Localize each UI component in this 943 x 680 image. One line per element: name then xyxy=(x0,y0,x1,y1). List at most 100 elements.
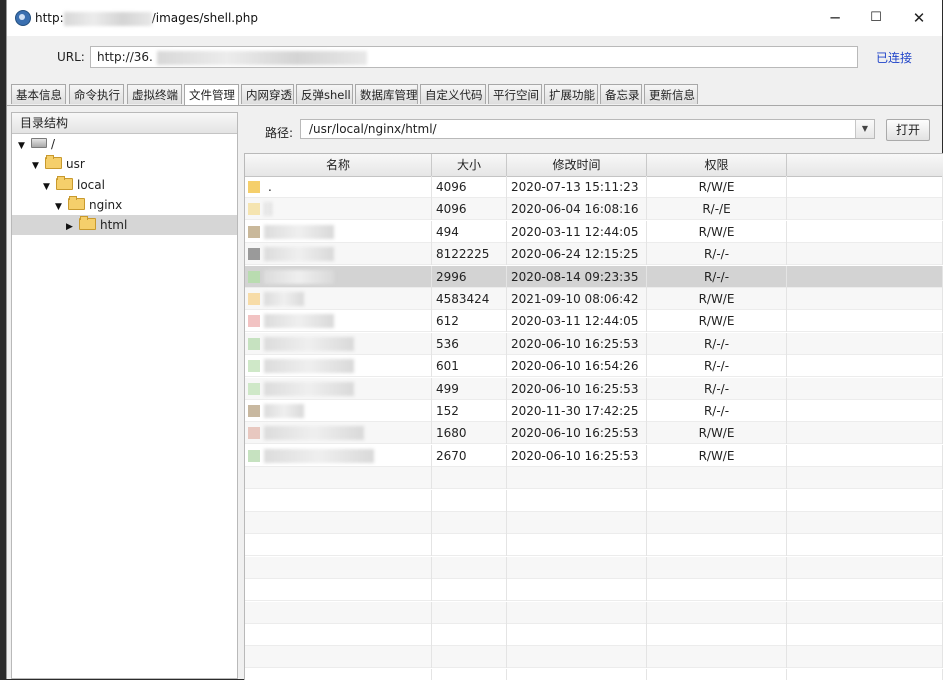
name-cell xyxy=(245,400,432,422)
expand-arrow-icon[interactable]: ▼ xyxy=(32,156,42,176)
empty-cell xyxy=(647,489,787,512)
empty-cell xyxy=(787,646,943,669)
perm-cell: R/W/E xyxy=(647,444,787,467)
redacted-filename xyxy=(264,292,304,306)
tab-database[interactable]: 数据库管理 xyxy=(355,84,418,104)
path-combobox[interactable]: /usr/local/nginx/html/ ▼ xyxy=(300,119,875,139)
empty-cell xyxy=(432,467,507,490)
tree-header: 目录结构 xyxy=(12,113,237,134)
table-row[interactable]: 536 2020-06-10 16:25:53 R/-/- xyxy=(245,332,943,355)
size-cell: 601 xyxy=(432,355,507,378)
redacted-filename xyxy=(264,448,374,463)
table-row[interactable]: 4096 2020-06-04 16:08:16 R/-/E xyxy=(245,198,943,221)
perm-cell: R/-/- xyxy=(647,265,787,288)
filler-cell xyxy=(787,265,943,288)
url-input[interactable]: http://36. xyxy=(90,46,858,68)
tree-node-html[interactable]: ▶ html xyxy=(12,215,237,235)
empty-cell xyxy=(647,467,787,490)
tab-file-manager[interactable]: 文件管理 xyxy=(184,84,239,106)
title-suffix: /images/shell.php xyxy=(151,11,258,25)
collapse-arrow-icon[interactable]: ▶ xyxy=(66,217,76,237)
expand-arrow-icon[interactable]: ▼ xyxy=(43,177,53,197)
table-row[interactable]: 2996 2020-08-14 09:23:35 R/-/- xyxy=(245,265,943,288)
name-cell: . xyxy=(245,176,432,198)
tab-custom-code[interactable]: 自定义代码 xyxy=(420,84,486,104)
tab-reverse-shell[interactable]: 反弹shell xyxy=(296,84,353,104)
time-cell: 2020-06-10 16:25:53 xyxy=(507,377,647,400)
time-cell: 2020-06-24 12:15:25 xyxy=(507,243,647,266)
table-row[interactable]: 499 2020-06-10 16:25:53 R/-/- xyxy=(245,377,943,400)
tab-updates[interactable]: 更新信息 xyxy=(644,84,698,104)
tree-node-root[interactable]: ▼ / xyxy=(18,134,55,154)
empty-cell xyxy=(787,579,943,602)
table-row[interactable]: 8122225 2020-06-24 12:15:25 R/-/- xyxy=(245,243,943,266)
table-row[interactable]: 1680 2020-06-10 16:25:53 R/W/E xyxy=(245,422,943,445)
redacted-filename xyxy=(264,224,334,239)
table-row[interactable]: 601 2020-06-10 16:54:26 R/-/- xyxy=(245,355,943,378)
filler-cell xyxy=(787,310,943,333)
empty-row xyxy=(245,467,943,490)
empty-row xyxy=(245,489,943,512)
tab-basic-info[interactable]: 基本信息 xyxy=(11,84,66,104)
tab-terminal[interactable]: 虚拟终端 xyxy=(127,84,182,104)
table-row[interactable]: 612 2020-03-11 12:44:05 R/W/E xyxy=(245,310,943,333)
tab-command[interactable]: 命令执行 xyxy=(69,84,124,104)
tab-extensions[interactable]: 扩展功能 xyxy=(544,84,598,104)
connection-status[interactable]: 已连接 xyxy=(876,49,912,66)
table-row[interactable]: 494 2020-03-11 12:44:05 R/W/E xyxy=(245,220,943,243)
open-button[interactable]: 打开 xyxy=(886,119,930,141)
table-row[interactable]: . 4096 2020-07-13 15:11:23 R/W/E xyxy=(245,176,943,198)
path-value: /usr/local/nginx/html/ xyxy=(309,122,437,136)
empty-cell xyxy=(507,579,647,602)
minimize-button[interactable]: ─ xyxy=(825,8,845,28)
empty-cell xyxy=(432,601,507,624)
column-name[interactable]: 名称 xyxy=(245,154,432,176)
empty-row xyxy=(245,556,943,579)
column-permission[interactable]: 权限 xyxy=(647,154,787,176)
file-icon xyxy=(248,360,260,373)
empty-cell xyxy=(787,601,943,624)
column-modified[interactable]: 修改时间 xyxy=(507,154,647,176)
time-cell: 2020-06-04 16:08:16 xyxy=(507,198,647,221)
table-row[interactable]: 152 2020-11-30 17:42:25 R/-/- xyxy=(245,400,943,422)
tree-node-local[interactable]: ▼ local xyxy=(43,175,105,195)
empty-cell xyxy=(647,534,787,557)
empty-cell xyxy=(787,489,943,512)
tab-parallel-space[interactable]: 平行空间 xyxy=(488,84,542,104)
tree-node-usr[interactable]: ▼ usr xyxy=(32,154,85,174)
filler-cell xyxy=(787,422,943,445)
size-cell: 2996 xyxy=(432,265,507,288)
redacted-host xyxy=(63,11,152,26)
name-cell xyxy=(245,310,432,333)
dropdown-arrow-icon[interactable]: ▼ xyxy=(855,120,874,138)
tree-node-nginx[interactable]: ▼ nginx xyxy=(55,195,122,215)
tab-intranet[interactable]: 内网穿透 xyxy=(241,84,294,104)
perm-cell: R/-/- xyxy=(647,355,787,378)
file-icon xyxy=(248,315,260,328)
table-row[interactable]: 4583424 2021-09-10 08:06:42 R/W/E xyxy=(245,288,943,310)
directory-tree: 目录结构 ▼ / ▼ usr ▼ local ▼ nginx ▶ html xyxy=(11,112,238,679)
redacted-filename xyxy=(264,247,334,262)
title-bar: http: /images/shell.php ─ ☐ ✕ xyxy=(7,0,942,36)
close-button[interactable]: ✕ xyxy=(909,8,929,28)
expand-arrow-icon[interactable]: ▼ xyxy=(18,136,28,156)
table-row[interactable]: 2670 2020-06-10 16:25:53 R/W/E xyxy=(245,444,943,467)
tab-memo[interactable]: 备忘录 xyxy=(600,84,642,104)
name-cell xyxy=(245,243,432,266)
empty-cell xyxy=(432,556,507,579)
column-size[interactable]: 大小 xyxy=(432,154,507,176)
empty-cell xyxy=(507,624,647,646)
perm-cell: R/-/E xyxy=(647,198,787,221)
tree-node-label: nginx xyxy=(89,198,123,212)
name-cell xyxy=(245,377,432,400)
maximize-button[interactable]: ☐ xyxy=(866,8,886,28)
expand-arrow-icon[interactable]: ▼ xyxy=(55,197,65,217)
empty-row xyxy=(245,668,943,680)
empty-cell xyxy=(647,512,787,534)
empty-cell xyxy=(245,579,432,602)
size-cell: 152 xyxy=(432,400,507,422)
empty-cell xyxy=(507,512,647,534)
time-cell: 2020-03-11 12:44:05 xyxy=(507,220,647,243)
empty-cell xyxy=(647,668,787,680)
empty-cell xyxy=(787,467,943,490)
